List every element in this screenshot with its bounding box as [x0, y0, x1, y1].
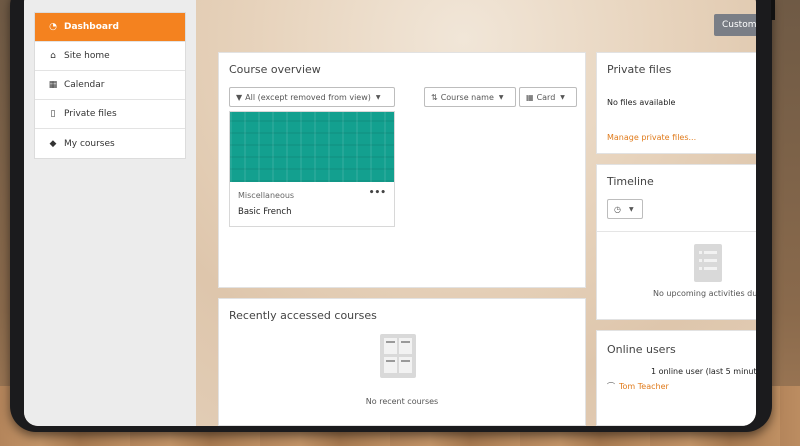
course-name[interactable]: Basic French	[238, 207, 291, 217]
empty-text: No upcoming activities due	[653, 289, 756, 298]
online-count: 1 online user (last 5 minutes)	[651, 367, 756, 376]
grid-icon: ▦	[526, 92, 534, 102]
calendar-icon: ▦	[48, 80, 58, 90]
course-sort-dropdown[interactable]: ⇅ Course name ▼	[424, 87, 516, 107]
nav-item-dashboard[interactable]: ◔ Dashboard	[35, 13, 185, 42]
course-overview-block: Course overview ▼ All (except removed fr…	[218, 52, 586, 288]
filter-icon: ▼	[236, 92, 243, 102]
timeline-block: Timeline ◷ ▼ No upcoming activities due	[596, 164, 756, 320]
caret-down-icon: ▼	[628, 205, 634, 213]
block-title: Recently accessed courses	[229, 309, 377, 322]
course-card[interactable]: Miscellaneous Basic French •••	[229, 111, 395, 227]
nav-item-calendar[interactable]: ▦ Calendar	[35, 71, 185, 100]
graduation-cap-icon: ◆	[49, 138, 57, 149]
clock-icon: ◷	[614, 204, 621, 214]
caret-down-icon: ▼	[498, 93, 504, 101]
timeline-filter-dropdown[interactable]: ◷ ▼	[607, 199, 643, 219]
caret-down-icon: ▼	[560, 93, 565, 101]
empty-text: No files available	[607, 98, 676, 107]
nav-item-label: Site home	[64, 51, 110, 61]
nav-item-label: Calendar	[64, 80, 105, 90]
tablet-frame: ◔ Dashboard ⌂ Site home ▦ Calendar ▯ Pri…	[10, 0, 775, 432]
filter-label: All (except removed from view)	[245, 92, 371, 102]
tablet-side-button	[771, 0, 775, 20]
private-files-block: Private files No files available Manage …	[596, 52, 756, 154]
file-icon: ▯	[50, 109, 56, 119]
recent-courses-block: Recently accessed courses No recent cour…	[218, 298, 586, 426]
course-filter-dropdown[interactable]: ▼ All (except removed from view) ▼	[229, 87, 395, 107]
empty-activities-icon	[694, 244, 722, 282]
course-image	[230, 112, 394, 182]
user-name: Tom Teacher	[619, 382, 669, 391]
nav-item-label: Dashboard	[64, 22, 119, 32]
customise-button[interactable]: Customise	[714, 14, 756, 36]
tablet-screen: ◔ Dashboard ⌂ Site home ▦ Calendar ▯ Pri…	[24, 0, 756, 426]
caret-down-icon: ▼	[375, 93, 381, 101]
manage-private-files-link[interactable]: Manage private files...	[607, 133, 696, 142]
course-category: Miscellaneous	[238, 191, 295, 200]
sort-label: Course name	[440, 92, 494, 102]
block-title: Timeline	[607, 175, 654, 188]
more-options-icon[interactable]: •••	[369, 188, 386, 198]
sort-icon: ⇅	[431, 92, 438, 102]
nav-item-private-files[interactable]: ▯ Private files	[35, 100, 185, 129]
nav-item-my-courses[interactable]: ◆ My courses	[35, 129, 185, 158]
nav-item-site-home[interactable]: ⌂ Site home	[35, 42, 185, 71]
empty-text: No recent courses	[365, 397, 439, 406]
block-title: Private files	[607, 63, 672, 76]
block-title: Online users	[607, 343, 676, 356]
dashboard-icon: ◔	[49, 22, 57, 32]
nav-item-label: My courses	[64, 138, 115, 149]
empty-courses-icon	[380, 334, 416, 378]
user-icon: ⌒	[607, 382, 615, 391]
block-title: Course overview	[229, 63, 321, 76]
nav-item-label: Private files	[64, 109, 117, 119]
course-view-dropdown[interactable]: ▦ Card ▼	[519, 87, 577, 107]
nav-menu: ◔ Dashboard ⌂ Site home ▦ Calendar ▯ Pri…	[34, 12, 186, 159]
divider	[597, 231, 756, 232]
view-label: Card	[536, 92, 556, 102]
home-icon: ⌂	[50, 51, 56, 61]
nav-drawer: ◔ Dashboard ⌂ Site home ▦ Calendar ▯ Pri…	[24, 0, 196, 426]
online-user-link[interactable]: ⌒ Tom Teacher	[607, 381, 669, 392]
online-users-block: Online users 1 online user (last 5 minut…	[596, 330, 756, 426]
